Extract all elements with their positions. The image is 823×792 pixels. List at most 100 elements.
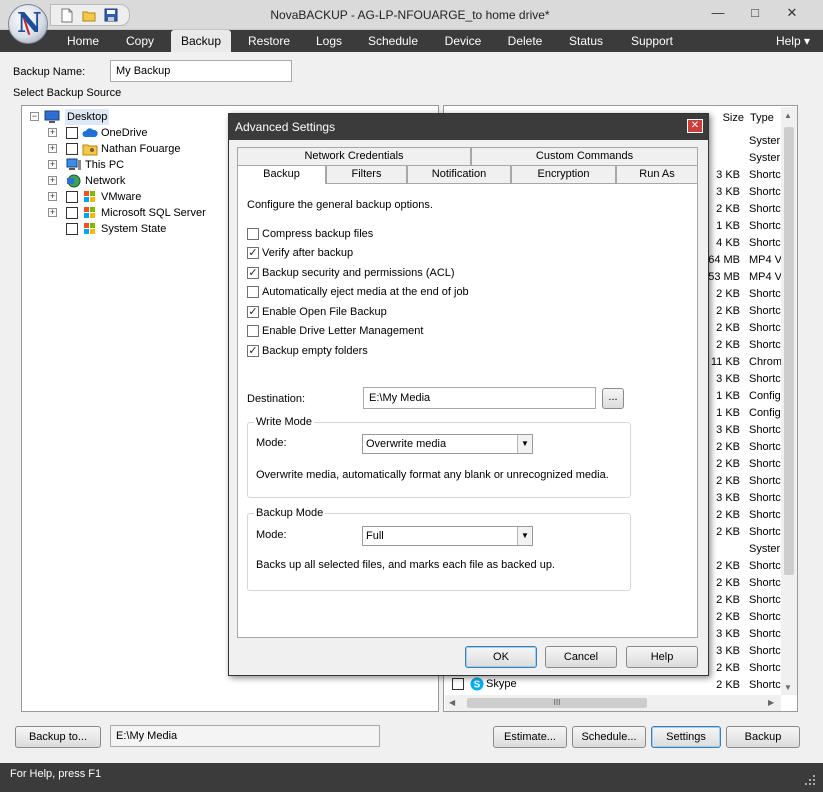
file-row[interactable]: 53 MB MP4 V — [700, 269, 786, 285]
file-row[interactable]: 2 KB Shortc — [700, 592, 786, 608]
scroll-thumb[interactable] — [784, 127, 794, 575]
backup-to-button[interactable]: Backup to... — [15, 726, 101, 748]
help-button[interactable]: Help — [626, 646, 698, 668]
close-button[interactable]: ✕ — [779, 4, 805, 24]
new-document-icon[interactable] — [60, 8, 74, 23]
file-list-vertical-scrollbar[interactable]: ▲ ▼ — [781, 107, 797, 695]
dropdown-arrow-icon[interactable]: ▼ — [517, 527, 532, 545]
file-row[interactable]: 3 KB Shortc — [700, 371, 786, 387]
backup-mode-select[interactable]: Full ▼ — [362, 526, 533, 546]
maximize-button[interactable]: □ — [742, 4, 768, 24]
minimize-button[interactable]: — — [705, 4, 731, 24]
file-row[interactable]: 2 KB Shortc — [700, 456, 786, 472]
ok-button[interactable]: OK — [465, 646, 537, 668]
checkbox-box[interactable] — [247, 325, 259, 337]
menu-schedule[interactable]: Schedule — [360, 30, 426, 52]
menu-home[interactable]: Home — [58, 30, 108, 52]
checkbox-box[interactable]: ✓ — [247, 345, 259, 357]
menu-device[interactable]: Device — [436, 30, 490, 52]
file-row[interactable]: Syster — [700, 150, 786, 166]
checkbox-box[interactable]: ✓ — [247, 247, 259, 259]
tab-custom-commands[interactable]: Custom Commands — [471, 147, 698, 165]
file-row[interactable]: 2 KB Shortc — [700, 609, 786, 625]
tree-checkbox[interactable] — [66, 207, 78, 219]
estimate-button[interactable]: Estimate... — [493, 726, 567, 748]
file-row[interactable]: 2 KB Shortc — [700, 558, 786, 574]
save-icon[interactable] — [104, 8, 118, 23]
backup-button[interactable]: Backup — [726, 726, 800, 748]
checkbox-box[interactable] — [247, 286, 259, 298]
file-row[interactable]: 3 KB Shortc — [700, 422, 786, 438]
file-row[interactable]: 2 KB Shortc — [700, 660, 786, 676]
checkbox-box[interactable] — [247, 228, 259, 240]
tab-filters[interactable]: Filters — [326, 165, 407, 183]
schedule-button[interactable]: Schedule... — [572, 726, 646, 748]
checkbox-box[interactable]: ✓ — [247, 267, 259, 279]
menu-status[interactable]: Status — [560, 30, 612, 52]
file-row[interactable]: 2 KB Shortc — [700, 575, 786, 591]
file-row[interactable]: 1 KB Config — [700, 388, 786, 404]
file-row[interactable]: 3 KB Shortc — [700, 184, 786, 200]
type-column-header[interactable]: Type — [750, 112, 780, 124]
dropdown-arrow-icon[interactable]: ▼ — [517, 435, 532, 453]
open-folder-icon[interactable] — [82, 8, 96, 23]
tree-node[interactable]: + Network — [48, 173, 248, 189]
tree-node[interactable]: + OneDrive — [48, 125, 248, 141]
resize-grip-icon[interactable] — [803, 773, 817, 787]
scroll-left-icon[interactable]: ◀ — [449, 698, 455, 707]
scroll-down-icon[interactable]: ▼ — [784, 683, 792, 692]
menu-copy[interactable]: Copy — [114, 30, 166, 52]
file-row[interactable]: 1 KB Config — [700, 405, 786, 421]
tree-node[interactable]: + Microsoft SQL Server — [48, 205, 248, 221]
scroll-right-icon[interactable]: ▶ — [768, 698, 774, 707]
expand-toggle-icon[interactable]: + — [48, 192, 57, 201]
horizontal-scroll-thumb[interactable]: III — [467, 698, 647, 708]
file-row[interactable]: 64 MB MP4 V — [700, 252, 786, 268]
file-row[interactable]: 2 KB Shortc — [700, 473, 786, 489]
file-row[interactable]: 2 KB Shortc — [700, 439, 786, 455]
file-row[interactable]: 2 KB Shortc — [700, 201, 786, 217]
tree-node[interactable]: + This PC — [48, 157, 248, 173]
file-row[interactable]: 2 KB Shortc — [700, 286, 786, 302]
file-row[interactable]: 3 KB Shortc — [700, 167, 786, 183]
size-column-header[interactable]: Size — [714, 112, 744, 124]
file-row[interactable]: 11 KB Chrom — [700, 354, 786, 370]
tree-node[interactable]: + VMware — [48, 189, 248, 205]
menu-backup[interactable]: Backup — [171, 30, 231, 52]
novabackup-logo-icon[interactable]: N \ — [8, 4, 48, 44]
expand-toggle-icon[interactable]: + — [48, 160, 57, 169]
menu-delete[interactable]: Delete — [498, 30, 552, 52]
file-row[interactable]: Syster — [700, 133, 786, 149]
backup-name-input[interactable]: My Backup — [110, 60, 292, 82]
tab-notification[interactable]: Notification — [407, 165, 511, 183]
file-row[interactable]: 2 KB Shortc — [700, 337, 786, 353]
file-row[interactable]: 2 KB Shortc — [700, 677, 786, 693]
backup-destination-field[interactable]: E:\My Media — [110, 725, 380, 747]
browse-button[interactable]: ... — [602, 388, 624, 409]
menu-support[interactable]: Support — [622, 30, 682, 52]
file-row[interactable]: 2 KB Shortc — [700, 303, 786, 319]
checkbox-box[interactable]: ✓ — [247, 306, 259, 318]
file-list-horizontal-scrollbar[interactable]: ◀ III ▶ — [445, 695, 781, 711]
menu-restore[interactable]: Restore — [238, 30, 300, 52]
tab-encryption[interactable]: Encryption — [511, 165, 616, 183]
tree-checkbox[interactable] — [66, 127, 78, 139]
tree-checkbox[interactable] — [66, 191, 78, 203]
settings-button[interactable]: Settings — [651, 726, 721, 748]
file-row[interactable]: 2 KB Shortc — [700, 524, 786, 540]
tab-backup[interactable]: Backup — [237, 165, 326, 184]
file-row[interactable]: 1 KB Shortc — [700, 218, 786, 234]
dialog-close-icon[interactable]: ✕ — [687, 119, 703, 133]
expand-toggle-icon[interactable]: + — [48, 144, 57, 153]
tree-checkbox[interactable] — [66, 223, 78, 235]
file-row[interactable]: 3 KB Shortc — [700, 643, 786, 659]
file-row[interactable]: Syster — [700, 541, 786, 557]
file-row[interactable]: 3 KB Shortc — [700, 626, 786, 642]
scroll-up-icon[interactable]: ▲ — [784, 111, 792, 120]
tree-node[interactable]: + Nathan Fouarge — [48, 141, 248, 157]
expand-toggle-icon[interactable]: + — [48, 176, 57, 185]
file-row[interactable]: 2 KB Shortc — [700, 320, 786, 336]
expand-toggle-icon[interactable]: + — [48, 128, 57, 137]
write-mode-select[interactable]: Overwrite media ▼ — [362, 434, 533, 454]
menu-logs[interactable]: Logs — [306, 30, 352, 52]
